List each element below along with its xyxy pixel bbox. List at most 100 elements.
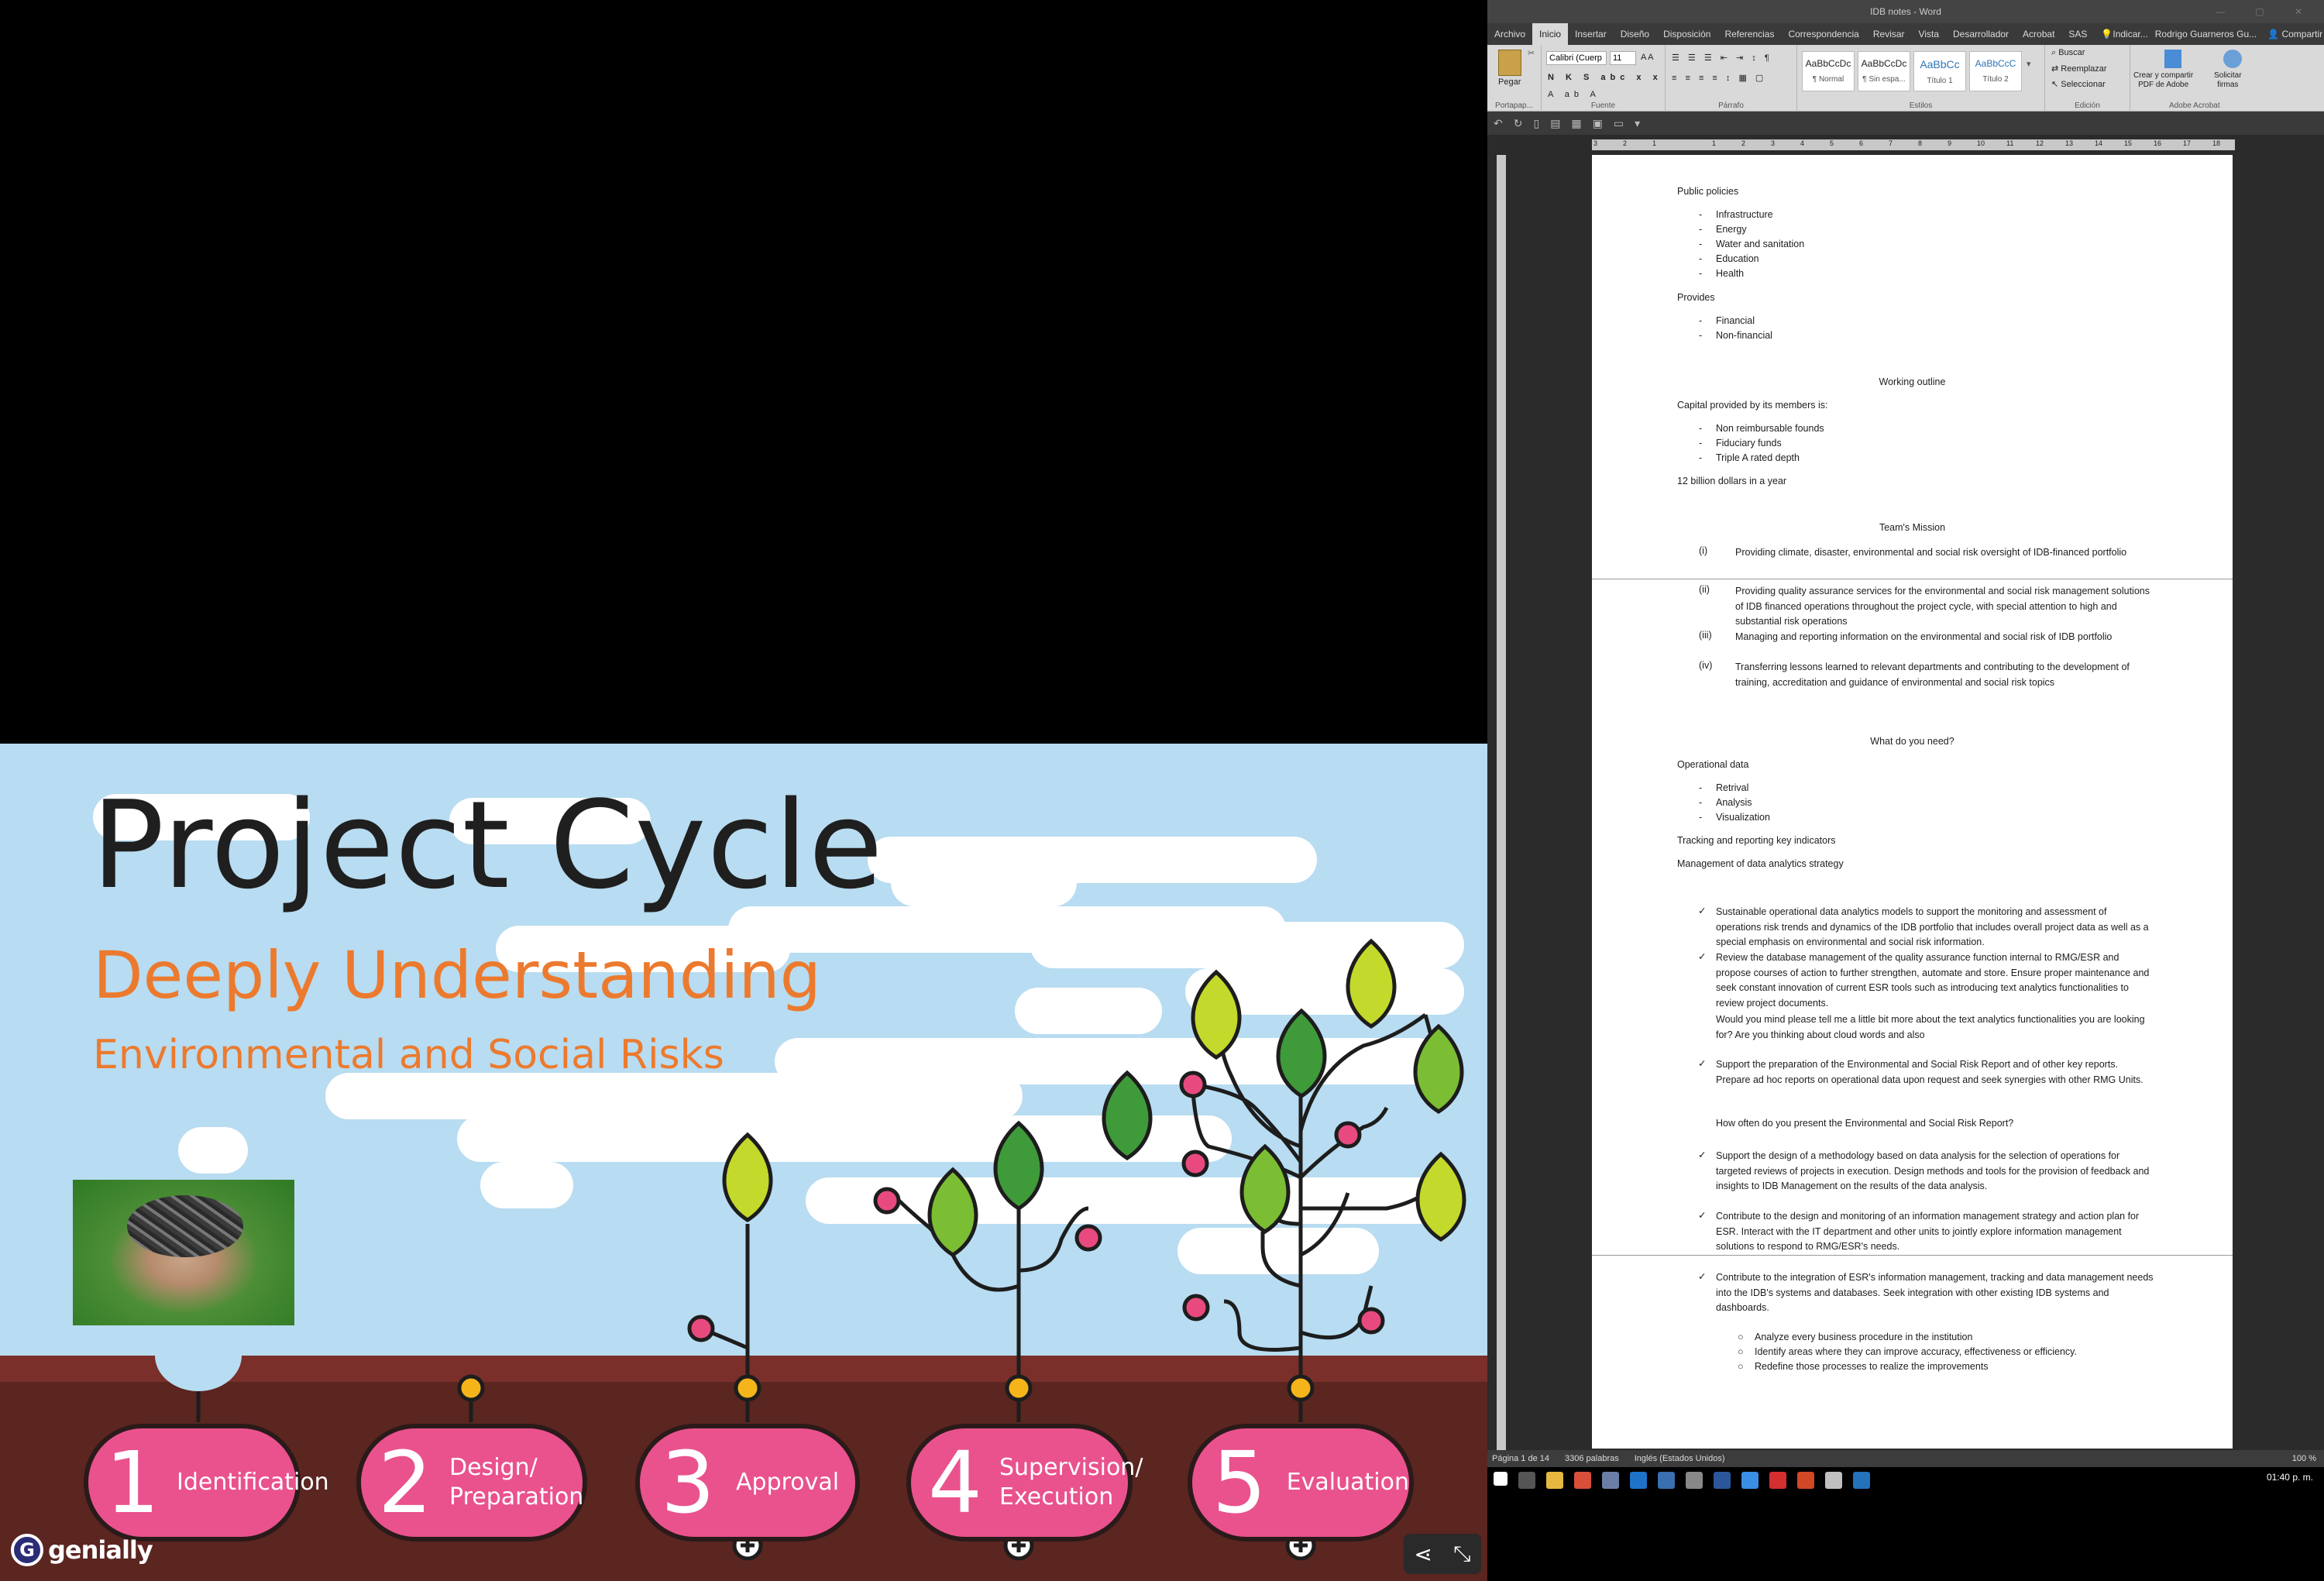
paste-button[interactable]: Pegar — [1498, 77, 1521, 87]
zoom-level[interactable]: 100 % — [2292, 1454, 2324, 1463]
mission-item: Transferring lessons learned to relevant… — [1735, 662, 2130, 688]
node-dot — [687, 1315, 715, 1342]
font-size-select[interactable]: 11 — [1610, 51, 1636, 65]
request-signatures-button[interactable]: Solicitar firmas — [2214, 71, 2242, 90]
app-icon[interactable] — [1686, 1472, 1703, 1489]
genially-logo[interactable]: G genially — [11, 1534, 153, 1566]
save-icon[interactable]: ▣ — [1593, 117, 1603, 130]
windows-start-icon[interactable] — [1494, 1472, 1508, 1486]
edge-icon[interactable] — [1630, 1472, 1647, 1489]
color-buttons[interactable]: A ab A — [1548, 90, 1600, 99]
document-page[interactable]: Public policies - Infrastructure - Energy … — [1592, 155, 2233, 1449]
step-approval[interactable]: 3 Approval — [635, 1424, 860, 1541]
format-painter-icon[interactable]: ▤ — [1550, 117, 1560, 130]
format-buttons[interactable]: N K S abc x x — [1548, 73, 1662, 82]
powerpoint-icon[interactable] — [1797, 1472, 1814, 1489]
checkmark-icon: ✓ — [1698, 906, 1707, 916]
list-dash: - — [1699, 423, 1703, 434]
app-icon[interactable] — [1602, 1472, 1619, 1489]
tab-insertar[interactable]: Insertar — [1568, 23, 1614, 45]
tab-acrobat[interactable]: Acrobat — [2016, 23, 2061, 45]
share-icon[interactable]: ⋖ — [1415, 1541, 1432, 1567]
style-name: Título 2 — [1982, 75, 2009, 84]
genially-logo-icon: G — [11, 1534, 43, 1566]
find-button[interactable]: ⌕ Buscar — [2051, 48, 2085, 58]
vertical-ruler — [1497, 155, 1506, 1456]
style-heading-1[interactable]: AaBbCc Título 1 — [1913, 51, 1966, 91]
node-dot — [1181, 1150, 1209, 1177]
tab-sas[interactable]: SAS — [2061, 23, 2094, 45]
tab-vista[interactable]: Vista — [1912, 23, 1946, 45]
grow-font-icon[interactable]: A A — [1641, 53, 1654, 62]
list-dash: - — [1699, 330, 1703, 341]
file-explorer-icon[interactable] — [1546, 1472, 1563, 1489]
list-item: Energy — [1716, 224, 1747, 235]
list-dash: - — [1699, 438, 1703, 449]
tab-revisar[interactable]: Revisar — [1866, 23, 1912, 45]
ruler-tick: 11 — [2006, 139, 2014, 147]
checkmark-icon: ✓ — [1698, 1058, 1707, 1069]
chrome-icon[interactable] — [1574, 1472, 1591, 1489]
list-dash: - — [1699, 797, 1703, 808]
style-no-spacing[interactable]: AaBbCcDc ¶ Sin espa... — [1858, 51, 1910, 91]
create-pdf-button[interactable]: Crear y compartir PDF de Adobe — [2133, 71, 2193, 90]
tab-inicio[interactable]: Inicio — [1532, 23, 1569, 45]
ruler-tick: 16 — [2154, 139, 2162, 147]
style-normal[interactable]: AaBbCcDc ¶ Normal — [1802, 51, 1855, 91]
mission-item: Managing and reporting information on th… — [1735, 631, 2113, 642]
user-name[interactable]: Rodrigo Guarneros Gu... — [2155, 29, 2257, 40]
list-buttons[interactable]: ☰ ☰ ☰ ⇤ ⇥ ↕ ¶ — [1672, 53, 1772, 63]
check-item: Support the preparation of the Environme… — [1716, 1059, 2144, 1085]
tab-referencias[interactable]: Referencias — [1717, 23, 1781, 45]
redo-icon[interactable]: ↻ — [1514, 117, 1523, 130]
step-supervision-execution[interactable]: 4 Supervision/ Execution — [906, 1424, 1143, 1541]
page-count[interactable]: Página 1 de 14 — [1492, 1454, 1549, 1463]
status-bar: Página 1 de 14 3306 palabras Inglés (Est… — [1487, 1450, 2324, 1467]
step-identification[interactable]: 1 Identification — [84, 1424, 329, 1541]
outlook-icon[interactable] — [1853, 1472, 1870, 1489]
taskbar-clock[interactable]: 01:40 p. m. — [2267, 1472, 2313, 1483]
word-count[interactable]: 3306 palabras — [1565, 1454, 1619, 1463]
style-preview: AaBbCcDc — [1805, 58, 1851, 69]
style-preview: AaBbCc — [1920, 58, 1960, 70]
styles-more-icon[interactable]: ▾ — [2027, 59, 2031, 69]
list-dash: - — [1699, 253, 1703, 264]
share-button[interactable]: 👤 Compartir — [2267, 29, 2322, 40]
group-label: Portapap... — [1495, 101, 1533, 110]
new-doc-icon[interactable]: ▯ — [1533, 117, 1539, 130]
vscode-icon[interactable] — [1741, 1472, 1758, 1489]
word-icon[interactable] — [1714, 1472, 1731, 1489]
image-icon[interactable]: ▦ — [1571, 117, 1581, 130]
step-design-preparation[interactable]: 2 Design/ Preparation — [356, 1424, 587, 1541]
customize-icon[interactable]: ▾ — [1635, 117, 1640, 130]
tab-correspondencia[interactable]: Correspondencia — [1781, 23, 1865, 45]
pdf-icon[interactable] — [2164, 50, 2181, 68]
acrobat-icon[interactable] — [1769, 1472, 1786, 1489]
tab-archivo[interactable]: Archivo — [1487, 23, 1532, 45]
style-heading-2[interactable]: AaBbCcC Título 2 — [1969, 51, 2022, 91]
language[interactable]: Inglés (Estados Unidos) — [1635, 1454, 1725, 1463]
step-evaluation[interactable]: 5 Evaluation — [1188, 1424, 1414, 1541]
cut-icon[interactable]: ✂ — [1528, 48, 1535, 58]
tab-diseno[interactable]: Diseño — [1614, 23, 1656, 45]
app-icon[interactable] — [1825, 1472, 1842, 1489]
window-controls[interactable]: — ▢ ✕ — [2216, 0, 2316, 23]
font-name-select[interactable]: Calibri (Cuerp — [1546, 51, 1607, 65]
select-button[interactable]: ↖ Seleccionar — [2051, 79, 2106, 89]
search-icon[interactable] — [1518, 1472, 1535, 1489]
undo-icon[interactable]: ↶ — [1494, 117, 1503, 130]
replace-button[interactable]: ⇄ Reemplazar — [2051, 64, 2107, 74]
align-buttons[interactable]: ≡ ≡ ≡ ≡ ↕ ▦ ▢ — [1672, 73, 1766, 83]
tab-disposicion[interactable]: Disposición — [1656, 23, 1717, 45]
seeds-photo — [73, 1180, 294, 1325]
leaf — [1102, 1070, 1153, 1160]
collapse-icon[interactable]: ⤡ — [1453, 1541, 1470, 1567]
open-icon[interactable]: ▭ — [1614, 117, 1624, 130]
sign-icon[interactable] — [2223, 50, 2242, 68]
select-label: Seleccionar — [2061, 80, 2106, 89]
app-icon[interactable] — [1658, 1472, 1675, 1489]
paste-icon[interactable] — [1498, 50, 1521, 76]
tab-desarrollador[interactable]: Desarrollador — [1946, 23, 2016, 45]
group-label: Adobe Acrobat — [2169, 101, 2220, 110]
tell-me-box[interactable]: 💡Indicar... — [2094, 23, 2154, 45]
